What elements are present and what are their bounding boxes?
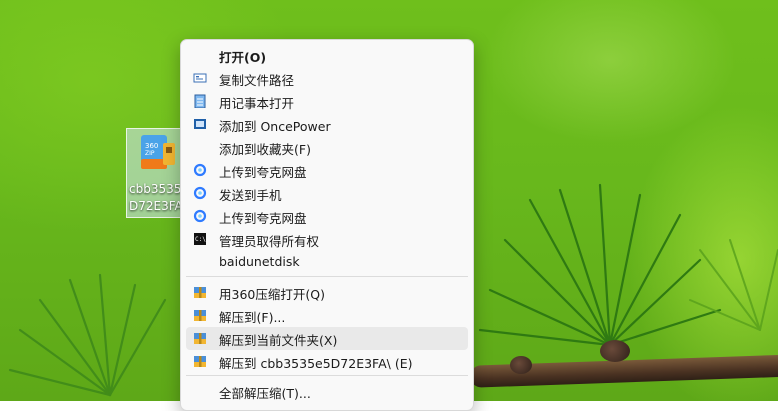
menu-item-label: baidunetdisk bbox=[219, 254, 300, 269]
menu-item-label: 上传到夸克网盘 bbox=[219, 165, 307, 180]
notepad-icon bbox=[194, 94, 206, 108]
menu-item-7[interactable]: 上传到夸克网盘 bbox=[186, 205, 468, 228]
menu-item-2[interactable]: 用记事本打开 bbox=[186, 90, 468, 113]
menu-item-label: 解压到 cbb3535e5D72E3FA\ (E) bbox=[219, 356, 413, 371]
desktop-file-icon[interactable]: 360 ZIP cbb3535 D72E3FA bbox=[126, 128, 188, 218]
admin-cmd-icon: C:\ bbox=[194, 233, 206, 245]
menu-item-3[interactable]: 添加到 OncePower bbox=[186, 113, 468, 136]
menu-item-8[interactable]: C:\ 管理员取得所有权 bbox=[186, 228, 468, 251]
360zip-icon bbox=[194, 356, 206, 367]
menu-item-label: 解压到(F)... bbox=[219, 310, 286, 325]
menu-item-label: 打开(O) bbox=[219, 50, 267, 65]
context-menu: 打开(O) 复制文件路径 用记事本打开添加到 OncePower 添加到收藏夹(F) 上… bbox=[180, 39, 474, 411]
menu-separator bbox=[186, 276, 468, 277]
menu-item-label: 添加到收藏夹(F) bbox=[219, 142, 311, 157]
360zip-icon bbox=[194, 333, 206, 344]
quark-cloud-icon bbox=[193, 186, 207, 200]
menu-item-11[interactable]: 解压到(F)... bbox=[186, 304, 468, 327]
menu-item-4[interactable]: 添加到收藏夹(F) bbox=[186, 136, 468, 159]
360zip-archive-icon: 360 ZIP bbox=[141, 135, 175, 169]
svg-text:ZIP: ZIP bbox=[145, 150, 155, 157]
menu-item-14[interactable]: 全部解压缩(T)... bbox=[186, 380, 468, 403]
svg-text:C:\: C:\ bbox=[195, 236, 206, 243]
360zip-icon bbox=[194, 310, 206, 321]
menu-item-label: 添加到 OncePower bbox=[219, 119, 331, 134]
menu-item-label: 解压到当前文件夹(X) bbox=[219, 333, 338, 348]
menu-item-label: 全部解压缩(T)... bbox=[219, 386, 311, 401]
menu-item-6[interactable]: 发送到手机 bbox=[186, 182, 468, 205]
menu-item-1[interactable]: 复制文件路径 bbox=[186, 67, 468, 90]
svg-text:360: 360 bbox=[145, 142, 158, 150]
menu-item-label: 用360压缩打开(Q) bbox=[219, 287, 325, 302]
menu-item-9[interactable]: baidunetdisk bbox=[186, 251, 468, 274]
menu-item-label: 用记事本打开 bbox=[219, 96, 295, 111]
quark-cloud-icon bbox=[193, 209, 207, 223]
menu-item-5[interactable]: 上传到夸克网盘 bbox=[186, 159, 468, 182]
menu-item-label: 复制文件路径 bbox=[219, 73, 295, 88]
menu-item-label: 发送到手机 bbox=[219, 188, 282, 203]
menu-separator bbox=[186, 375, 468, 376]
360zip-icon bbox=[194, 287, 206, 298]
menu-item-12[interactable]: 解压到当前文件夹(X) bbox=[186, 327, 468, 350]
menu-item-label: 管理员取得所有权 bbox=[219, 234, 320, 249]
branch-bud bbox=[600, 340, 630, 362]
oncepower-icon bbox=[194, 119, 206, 129]
menu-item-13[interactable]: 解压到 cbb3535e5D72E3FA\ (E) bbox=[186, 350, 468, 373]
branch-bud bbox=[510, 356, 532, 374]
copy-path-icon bbox=[193, 73, 207, 83]
quark-cloud-icon bbox=[193, 163, 207, 177]
menu-item-label: 上传到夸克网盘 bbox=[219, 211, 307, 226]
menu-item-0[interactable]: 打开(O) bbox=[186, 44, 468, 67]
menu-item-10[interactable]: 用360压缩打开(Q) bbox=[186, 281, 468, 304]
